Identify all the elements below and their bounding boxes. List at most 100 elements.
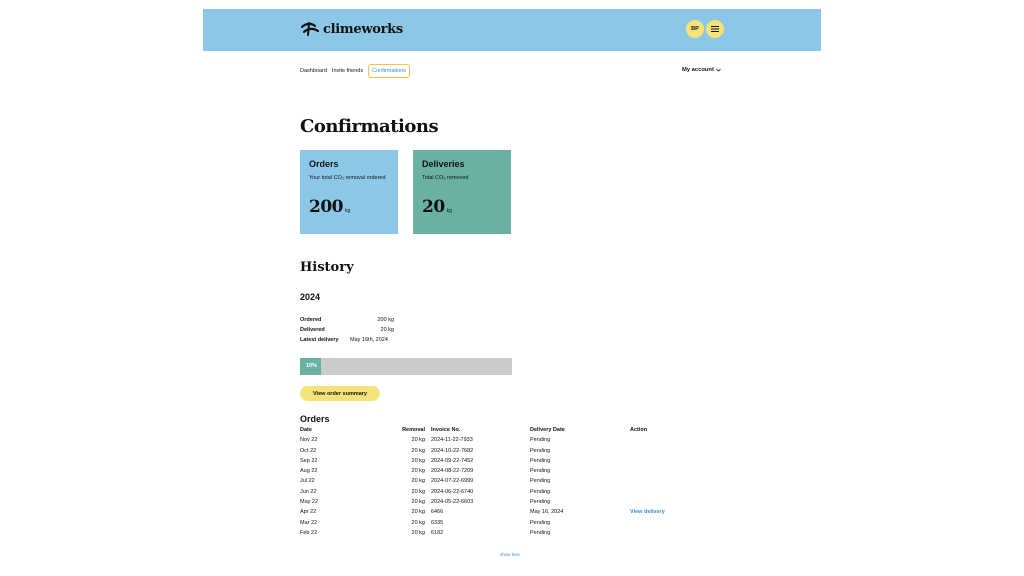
cell-delivery-date: Pending <box>530 519 551 526</box>
stat-latest-value: May 16th, 2024 <box>350 337 388 343</box>
cell-removal: 20 kg <box>411 499 425 506</box>
orders-amount: 200 <box>309 197 344 217</box>
cell-delivery-date: Pending <box>530 447 551 454</box>
top-header: climeworks BP <box>203 9 821 51</box>
cell-removal: 20 kg <box>411 519 425 526</box>
nav-dashboard[interactable]: Dashboard <box>300 68 327 74</box>
cell-date: May 22 <box>300 499 319 506</box>
deliveries-card-value: 20 kg <box>422 197 452 217</box>
nav-confirmations[interactable]: Confirmations <box>368 64 411 78</box>
nav-invite-friends[interactable]: Invite friends <box>332 68 363 74</box>
menu-button[interactable] <box>706 20 724 38</box>
my-account-menu[interactable]: My account <box>682 67 721 73</box>
deliveries-amount: 20 <box>422 197 445 217</box>
cell-removal: 20 kg <box>411 478 425 485</box>
stat-latest-label: Latest delivery <box>300 337 339 343</box>
cell-delivery-date: Pending <box>530 488 551 495</box>
history-stats: Ordered 200 kg Delivered 20 kg Latest de… <box>300 317 500 347</box>
table-row: Aug 22 20 kg 2024-08-22-7209 Pending <box>300 468 680 478</box>
deliveries-card-description: Total CO₂ removed <box>422 175 469 181</box>
stat-ordered-value: 200 kg <box>377 317 394 323</box>
cell-date: Jul 22 <box>300 478 315 485</box>
cell-removal: 20 kg <box>411 529 425 536</box>
stat-delivered-label: Delivered <box>300 327 325 333</box>
table-row: Jul 22 20 kg 2024-07-22-6999 Pending <box>300 478 680 488</box>
progress-label: 10% <box>306 363 318 369</box>
cell-invoice: 2024-05-22-6603 <box>431 499 474 506</box>
column-header-removal: Removal <box>402 427 425 433</box>
orders-card-value: 200 kg <box>309 197 350 217</box>
avatar[interactable]: BP <box>686 20 704 38</box>
table-header: Date Removal Invoice No. Delivery Date A… <box>300 427 680 437</box>
cell-delivery-date: Pending <box>530 437 551 444</box>
table-row: Oct 22 20 kg 2024-10-22-7682 Pending <box>300 448 680 458</box>
orders-table: Date Removal Invoice No. Delivery Date A… <box>300 427 680 540</box>
cell-invoice: 2024-06-22-6740 <box>431 488 474 495</box>
deliveries-card-title: Deliveries <box>422 159 465 169</box>
view-delivery-link[interactable]: View delivery <box>630 509 665 515</box>
orders-heading: Orders <box>300 414 330 424</box>
table-row: Feb 22 20 kg 6182 Pending <box>300 530 680 540</box>
stat-delivered: Delivered 20 kg <box>300 327 394 337</box>
column-header-invoice: Invoice No. <box>431 427 461 433</box>
cell-invoice: 2024-07-22-6999 <box>431 478 474 485</box>
history-year: 2024 <box>300 292 321 302</box>
cell-date: Jun 22 <box>300 488 317 495</box>
chevron-down-icon <box>716 68 721 72</box>
show-less-link[interactable]: show less <box>500 552 520 557</box>
main-nav: Dashboard Invite friends Confirmations <box>300 64 415 78</box>
my-account-label: My account <box>682 67 714 73</box>
column-header-date: Date <box>300 427 312 433</box>
deliveries-unit: kg <box>446 208 452 214</box>
table-row: Apr 22 20 kg 6466 May 16, 2024 View deli… <box>300 509 680 519</box>
history-heading: History <box>300 260 354 275</box>
cell-removal: 20 kg <box>411 457 425 464</box>
cell-removal: 20 kg <box>411 468 425 475</box>
column-header-action: Action <box>630 427 648 433</box>
cell-removal: 20 kg <box>411 447 425 454</box>
stat-delivered-value: 20 kg <box>380 327 394 333</box>
hamburger-icon <box>711 26 719 32</box>
stat-latest-delivery: Latest delivery May 16th, 2024 <box>300 337 500 347</box>
cell-invoice: 2024-10-22-7682 <box>431 447 474 454</box>
cell-invoice: 6182 <box>431 529 444 536</box>
orders-card-description: Your total CO₂ removal ordered <box>309 175 386 181</box>
table-row: Mar 22 20 kg 6335 Pending <box>300 520 680 530</box>
orders-card: Orders Your total CO₂ removal ordered <box>300 150 398 234</box>
table-row: Nov 22 20 kg 2024-11-22-7933 Pending <box>300 437 680 447</box>
stat-ordered: Ordered 200 kg <box>300 317 394 327</box>
cell-date: Nov 22 <box>300 437 318 444</box>
cell-invoice: 2024-08-22-7209 <box>431 468 474 475</box>
climeworks-logo[interactable]: climeworks <box>300 20 403 38</box>
cell-date: Aug 22 <box>300 468 318 475</box>
deliveries-card: Deliveries Total CO₂ removed <box>413 150 511 234</box>
cell-invoice: 2024-09-22-7452 <box>431 457 474 464</box>
cell-delivery-date: Pending <box>530 478 551 485</box>
cell-invoice: 6335 <box>431 519 444 526</box>
cell-date: Oct 22 <box>300 447 317 454</box>
view-order-summary-button[interactable]: View order summary <box>300 386 380 401</box>
cell-date: Feb 22 <box>300 529 318 536</box>
cell-invoice: 2024-11-22-7933 <box>431 437 473 444</box>
cell-removal: 20 kg <box>411 488 425 495</box>
table-row: Jun 22 20 kg 2024-06-22-6740 Pending <box>300 489 680 499</box>
column-header-delivery-date: Delivery Date <box>530 427 565 433</box>
cell-delivery-date: Pending <box>530 529 551 536</box>
cell-delivery-date: Pending <box>530 468 551 475</box>
brand-name: climeworks <box>323 21 403 37</box>
cell-invoice: 6466 <box>431 509 444 516</box>
climeworks-mark-icon <box>300 22 320 36</box>
cell-delivery-date: May 16, 2024 <box>530 509 564 516</box>
delivery-progress-bar: 10% <box>300 358 512 375</box>
cell-date: Mar 22 <box>300 519 318 526</box>
table-row: Sep 22 20 kg 2024-09-22-7452 Pending <box>300 458 680 468</box>
orders-unit: kg <box>345 208 351 214</box>
stat-ordered-label: Ordered <box>300 317 322 323</box>
page-title: Confirmations <box>300 116 439 137</box>
cell-date: Sep 22 <box>300 457 318 464</box>
cell-delivery-date: Pending <box>530 457 551 464</box>
cell-delivery-date: Pending <box>530 499 551 506</box>
table-row: May 22 20 kg 2024-05-22-6603 Pending <box>300 499 680 509</box>
cell-removal: 20 kg <box>411 509 425 516</box>
orders-card-title: Orders <box>309 159 339 169</box>
